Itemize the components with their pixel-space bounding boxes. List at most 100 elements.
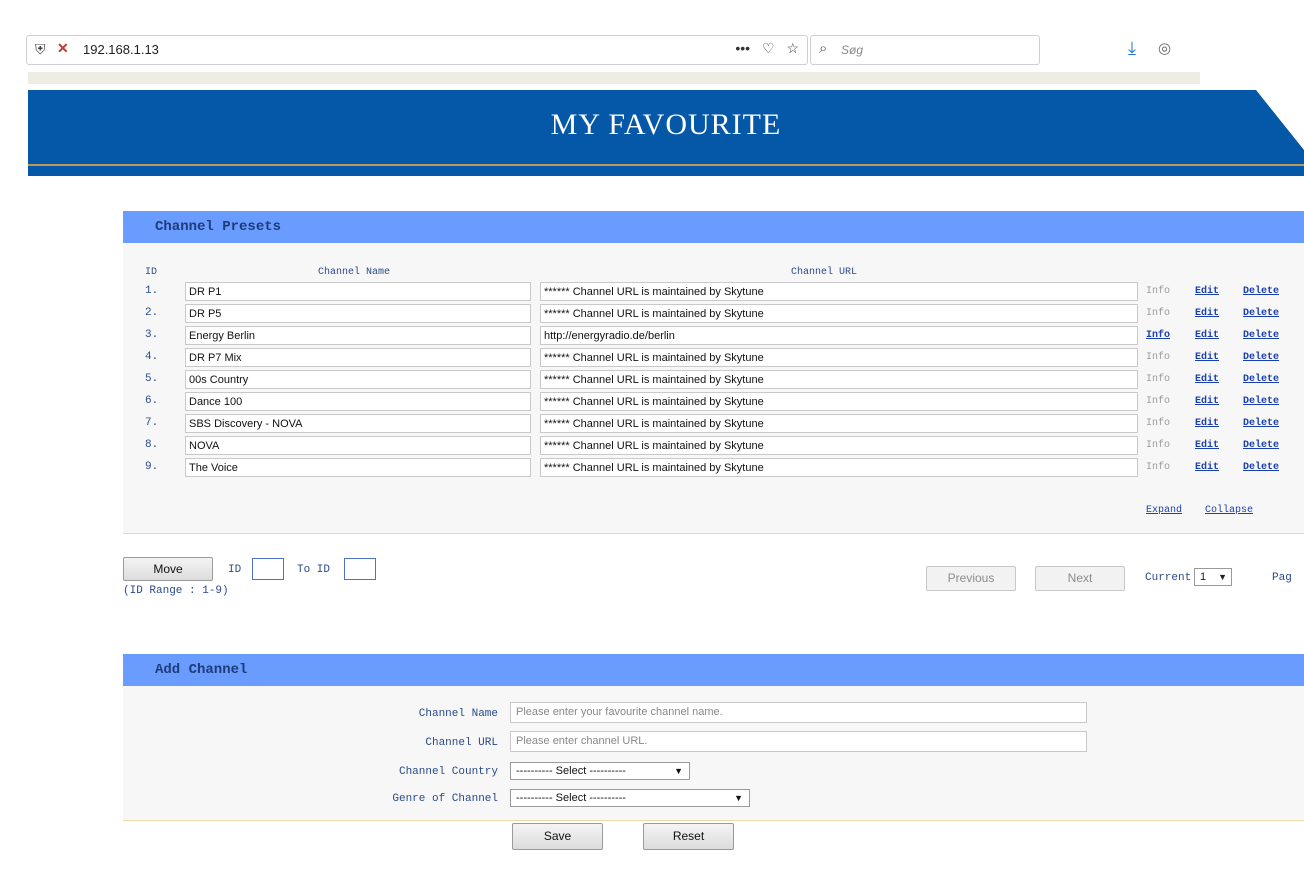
row-id: 8.	[145, 439, 159, 451]
shield-icon[interactable]: ⛨	[35, 41, 46, 58]
insecure-lock-icon[interactable]: ✕	[57, 40, 69, 57]
table-row: 9. The Voice ****** Channel URL is maintai…	[123, 457, 1304, 479]
channel-name-field[interactable]: Dance 100	[185, 392, 531, 411]
table-row: 8. NOVA ****** Channel URL is maintained b…	[123, 435, 1304, 457]
delete-link[interactable]: Delete	[1243, 286, 1279, 297]
channel-url-field[interactable]: ****** Channel URL is maintained by Skyt…	[540, 282, 1138, 301]
edit-link[interactable]: Edit	[1195, 418, 1219, 429]
presets-title: Channel Presets	[155, 219, 282, 235]
row-id: 1.	[145, 285, 159, 297]
channel-url-field[interactable]: ****** Channel URL is maintained by Skyt…	[540, 392, 1138, 411]
channel-name-field[interactable]: SBS Discovery - NOVA	[185, 414, 531, 433]
channel-url-field[interactable]: ****** Channel URL is maintained by Skyt…	[540, 458, 1138, 477]
info-link: Info	[1146, 440, 1171, 451]
delete-link[interactable]: Delete	[1243, 308, 1279, 319]
table-row: 6. Dance 100 ****** Channel URL is maintai…	[123, 391, 1304, 413]
move-button[interactable]: Move	[123, 557, 213, 581]
channel-name-field[interactable]: Energy Berlin	[185, 326, 531, 345]
table-row: 4. DR P7 Mix ****** Channel URL is maintai…	[123, 347, 1304, 369]
presets-panel: ID Channel Name Channel URL 1. DR P1 *****…	[123, 243, 1304, 534]
row-id: 6.	[145, 395, 159, 407]
channel-url-field[interactable]: ****** Channel URL is maintained by Skyt…	[540, 414, 1138, 433]
edit-link[interactable]: Edit	[1195, 396, 1219, 407]
delete-link[interactable]: Delete	[1243, 330, 1279, 341]
row-id: 4.	[145, 351, 159, 363]
channel-url-field[interactable]: ****** Channel URL is maintained by Skyt…	[540, 370, 1138, 389]
browser-toolbar: ⛨ ✕ 192.168.1.13 ••• ♡ ☆ ⌕ Søg ⤓ ◎	[0, 30, 1220, 72]
tab-strip	[28, 72, 1200, 84]
page-curl-bottom-left	[0, 721, 150, 871]
channel-name-field[interactable]: NOVA	[185, 436, 531, 455]
download-icon[interactable]: ⤓	[1128, 38, 1136, 59]
move-to-id-input[interactable]	[344, 558, 376, 580]
row-id: 5.	[145, 373, 159, 385]
page-curl-top-right	[1184, 0, 1304, 150]
channel-name-field[interactable]: The Voice	[185, 458, 531, 477]
info-link: Info	[1146, 286, 1171, 297]
edit-link[interactable]: Edit	[1195, 462, 1219, 473]
address-bar[interactable]: ⛨ ✕ 192.168.1.13 ••• ♡ ☆	[26, 35, 808, 65]
current-page-select[interactable]: 1 ▼	[1194, 568, 1232, 586]
row-id: 7.	[145, 417, 159, 429]
channel-url-field[interactable]: http://energyradio.de/berlin	[540, 326, 1138, 345]
page-actions-icon[interactable]: •••	[735, 40, 750, 56]
edit-link[interactable]: Edit	[1195, 286, 1219, 297]
add-channel-header: Add Channel	[123, 654, 1304, 686]
page-banner: MY FAVOURITE	[28, 90, 1304, 164]
delete-link[interactable]: Delete	[1243, 418, 1279, 429]
edit-link[interactable]: Edit	[1195, 308, 1219, 319]
column-header-id: ID	[145, 267, 158, 278]
edit-link[interactable]: Edit	[1195, 330, 1219, 341]
expand-link[interactable]: Expand	[1146, 505, 1182, 516]
row-id: 9.	[145, 461, 159, 473]
channel-name-input[interactable]: Please enter your favourite channel name…	[510, 702, 1087, 723]
current-page-value: 1	[1200, 571, 1207, 583]
channel-name-field[interactable]: 00s Country	[185, 370, 531, 389]
edit-link[interactable]: Edit	[1195, 352, 1219, 363]
channel-url-field[interactable]: ****** Channel URL is maintained by Skyt…	[540, 348, 1138, 367]
delete-link[interactable]: Delete	[1243, 352, 1279, 363]
info-link[interactable]: Info	[1146, 330, 1170, 341]
table-row: 5. 00s Country ****** Channel URL is maint…	[123, 369, 1304, 391]
genre-label: Genre of Channel	[392, 793, 498, 805]
genre-value: ---------- Select ----------	[516, 792, 626, 804]
next-button[interactable]: Next	[1035, 566, 1125, 591]
reset-button[interactable]: Reset	[643, 823, 734, 850]
channel-name-field[interactable]: DR P7 Mix	[185, 348, 531, 367]
table-row: 1. DR P1 ****** Channel URL is maintained …	[123, 281, 1304, 303]
search-input[interactable]: ⌕ Søg	[810, 35, 1040, 65]
edit-link[interactable]: Edit	[1195, 374, 1219, 385]
delete-link[interactable]: Delete	[1243, 396, 1279, 407]
page-label: Pag	[1272, 572, 1292, 584]
banner-underline	[28, 166, 1304, 176]
table-row: 2. DR P5 ****** Channel URL is maintained …	[123, 303, 1304, 325]
channel-name-field[interactable]: DR P5	[185, 304, 531, 323]
id-range-hint: (ID Range : 1-9)	[123, 585, 229, 597]
info-link: Info	[1146, 462, 1171, 473]
delete-link[interactable]: Delete	[1243, 440, 1279, 451]
channel-name-label: Channel Name	[418, 708, 498, 720]
channel-url-field[interactable]: ****** Channel URL is maintained by Skyt…	[540, 304, 1138, 323]
extension-icon[interactable]: ◎	[1158, 39, 1171, 57]
move-id-label: ID	[228, 564, 242, 576]
channel-name-field[interactable]: DR P1	[185, 282, 531, 301]
add-channel-title: Add Channel	[155, 662, 248, 678]
row-id: 2.	[145, 307, 159, 319]
channel-url-field[interactable]: ****** Channel URL is maintained by Skyt…	[540, 436, 1138, 455]
url-text[interactable]: 192.168.1.13	[83, 42, 159, 57]
edit-link[interactable]: Edit	[1195, 440, 1219, 451]
bookmark-star-icon[interactable]: ☆	[786, 40, 799, 56]
channel-country-value: ---------- Select ----------	[516, 765, 626, 777]
page-title: MY FAVOURITE	[550, 108, 782, 141]
channel-url-input[interactable]: Please enter channel URL.	[510, 731, 1087, 752]
previous-button[interactable]: Previous	[926, 566, 1016, 591]
delete-link[interactable]: Delete	[1243, 462, 1279, 473]
move-from-id-input[interactable]	[252, 558, 284, 580]
delete-link[interactable]: Delete	[1243, 374, 1279, 385]
genre-select[interactable]: ---------- Select ---------- ▼	[510, 789, 750, 807]
collapse-link[interactable]: Collapse	[1205, 505, 1253, 516]
channel-country-select[interactable]: ---------- Select ---------- ▼	[510, 762, 690, 780]
pocket-icon[interactable]: ♡	[762, 40, 775, 56]
save-button[interactable]: Save	[512, 823, 603, 850]
column-header-url: Channel URL	[791, 267, 858, 278]
